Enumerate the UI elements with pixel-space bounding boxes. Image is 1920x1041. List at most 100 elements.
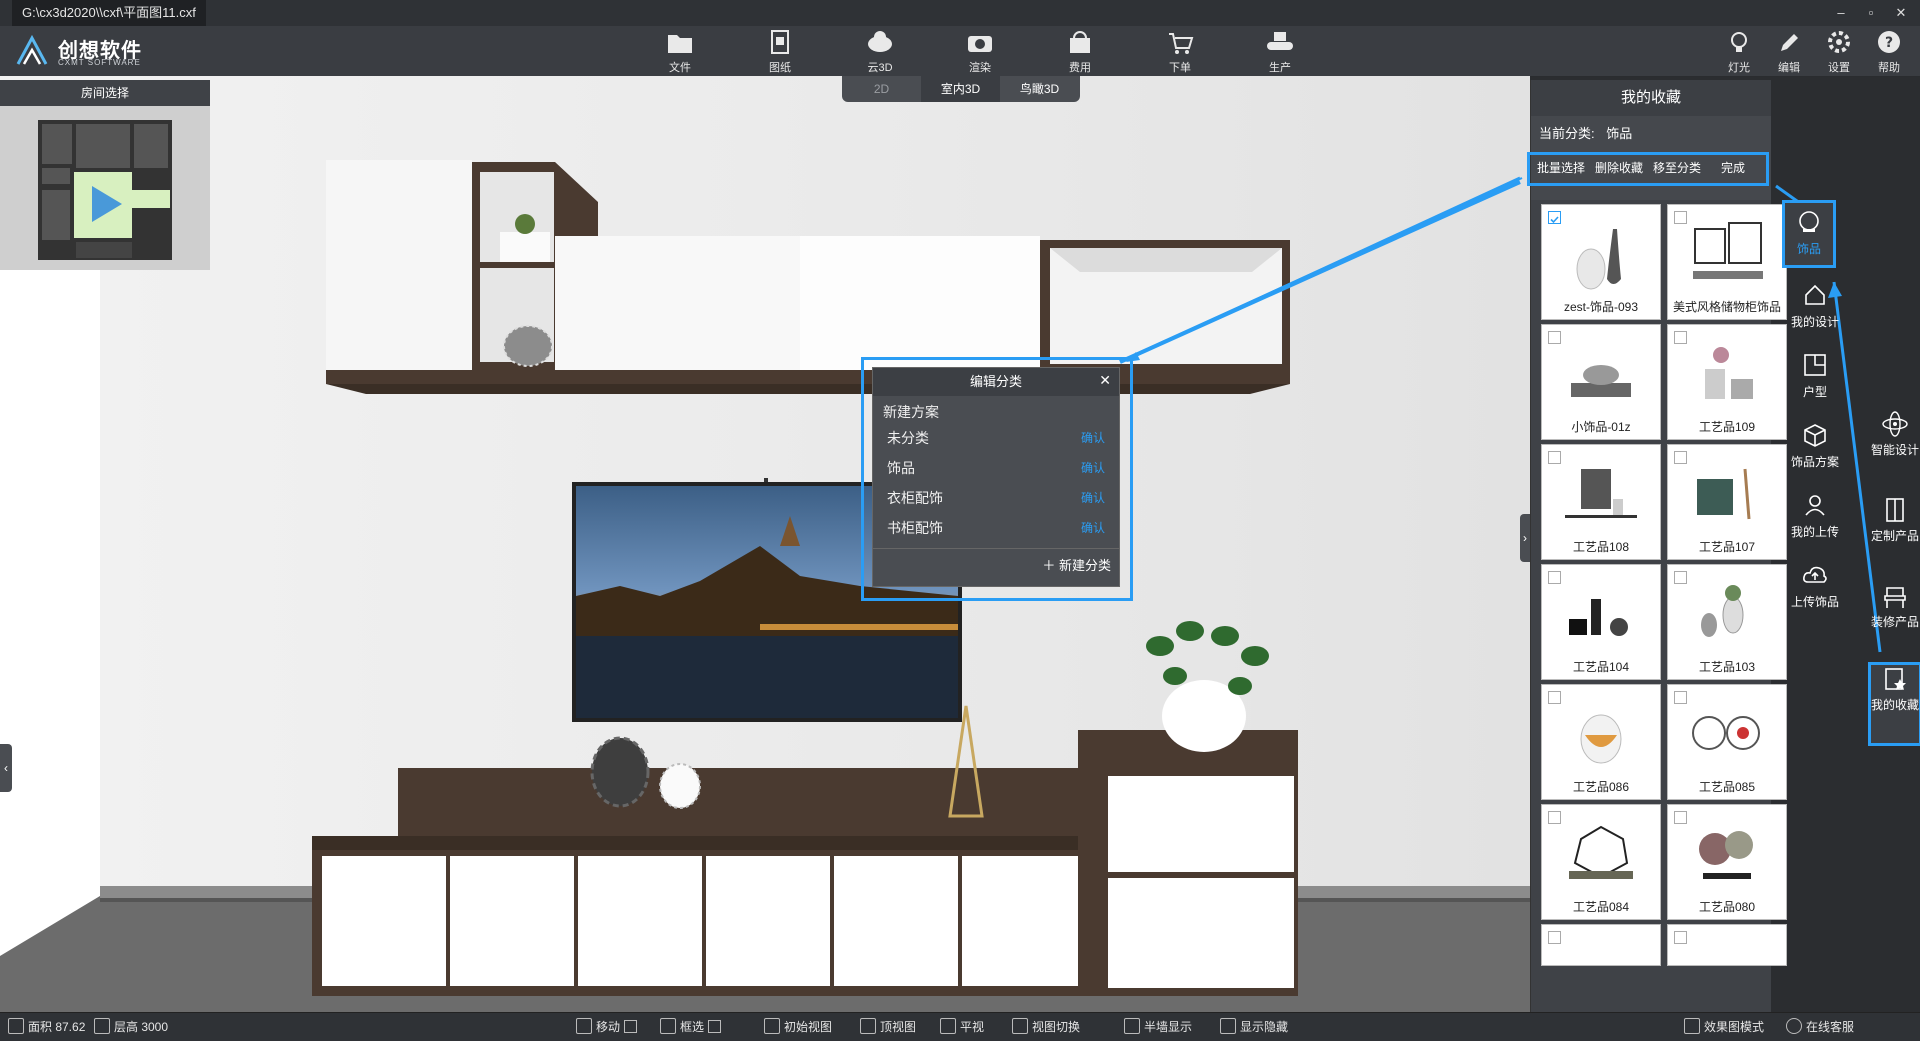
close-button[interactable]: ✕ <box>1886 0 1916 26</box>
favorite-item[interactable]: 小饰品-01z <box>1541 324 1661 440</box>
top-view-button[interactable]: 顶视图 <box>860 1013 916 1041</box>
panel-collapse-handle[interactable]: › <box>1520 514 1530 562</box>
confirm-link[interactable]: 确认 <box>1081 454 1105 482</box>
favorite-item[interactable]: 工艺品109 <box>1667 324 1787 440</box>
minimize-button[interactable]: – <box>1826 0 1856 26</box>
item-checkbox[interactable] <box>1674 451 1687 464</box>
cloud3d-button[interactable]: 云3D <box>850 28 910 74</box>
tab-indoor-3d[interactable]: 室内3D <box>921 76 1000 102</box>
rail-custom-product[interactable]: 定制产品 <box>1870 496 1920 543</box>
item-checkbox[interactable] <box>1674 931 1687 944</box>
item-checkbox[interactable] <box>1674 571 1687 584</box>
item-checkbox[interactable] <box>1674 211 1687 224</box>
category-my-upload[interactable]: 我的上传 <box>1775 486 1855 548</box>
render-button[interactable]: 渲染 <box>950 28 1010 74</box>
confirm-link[interactable]: 确认 <box>1081 424 1105 452</box>
render-mode-button[interactable]: 效果图模式 <box>1684 1013 1764 1041</box>
favorite-item[interactable]: 工艺品086 <box>1541 684 1661 800</box>
initial-view-button[interactable]: 初始视图 <box>764 1013 832 1041</box>
favorite-item[interactable]: 美式风格储物柜饰品 <box>1667 204 1787 320</box>
drawing-button[interactable]: 图纸 <box>750 28 810 74</box>
category-upload-accessory[interactable]: 上传饰品 <box>1775 556 1855 618</box>
settings-button[interactable]: 设置 <box>1816 28 1862 74</box>
favorite-item[interactable] <box>1667 924 1787 966</box>
delete-favorite-button[interactable]: 删除收藏 <box>1595 158 1643 178</box>
rail-smart-design[interactable]: 智能设计 <box>1870 410 1920 457</box>
edit-button[interactable]: 编辑 <box>1766 28 1812 74</box>
rail-label: 智能设计 <box>1870 443 1919 457</box>
flat-view-button[interactable]: 平视 <box>940 1013 984 1041</box>
rail-my-favorites[interactable]: 我的收藏 <box>1868 662 1920 746</box>
category-row-accessory[interactable]: 饰品 确认 <box>887 454 1111 482</box>
favorite-item[interactable]: 工艺品107 <box>1667 444 1787 560</box>
tab-birdseye-3d[interactable]: 鸟瞰3D <box>1000 76 1079 102</box>
online-service-button[interactable]: 在线客服 <box>1786 1013 1854 1041</box>
file-button[interactable]: 文件 <box>650 28 710 74</box>
panel-title: 我的收藏 <box>1531 80 1771 116</box>
light-button[interactable]: 灯光 <box>1716 28 1762 74</box>
accessory-icon <box>1799 211 1819 232</box>
category-accessory[interactable]: 饰品 <box>1782 200 1836 268</box>
move-toggle[interactable]: 移动 <box>576 1013 638 1041</box>
category-row-wardrobe[interactable]: 衣柜配饰 确认 <box>887 484 1111 512</box>
move-to-category-button[interactable]: 移至分类 <box>1653 158 1701 178</box>
confirm-link[interactable]: 确认 <box>1081 514 1105 542</box>
maximize-button[interactable]: ▫ <box>1856 0 1886 26</box>
production-button[interactable]: 生产 <box>1250 28 1310 74</box>
half-wall-button[interactable]: 半墙显示 <box>1124 1013 1192 1041</box>
box-select-checkbox[interactable] <box>708 1020 722 1033</box>
favorite-item[interactable]: 工艺品085 <box>1667 684 1787 800</box>
confirm-link[interactable]: 确认 <box>1081 484 1105 512</box>
item-checkbox[interactable] <box>1548 451 1561 464</box>
svg-text:?: ? <box>1885 35 1893 51</box>
left-collapse-handle[interactable]: ‹ <box>0 744 12 792</box>
favorite-item[interactable]: 工艺品104 <box>1541 564 1661 680</box>
right-rail: 智能设计 定制产品 装修产品 我的收藏 <box>1868 400 1920 760</box>
favorite-item[interactable]: 工艺品103 <box>1667 564 1787 680</box>
item-checkbox[interactable] <box>1674 331 1687 344</box>
item-checkbox[interactable] <box>1674 691 1687 704</box>
item-checkbox[interactable] <box>1548 931 1561 944</box>
box-select-toggle[interactable]: 框选 <box>660 1013 722 1041</box>
batch-select-button[interactable]: 批量选择 <box>1537 158 1585 178</box>
category-row-uncategorized[interactable]: 未分类 确认 <box>887 424 1111 452</box>
favorite-item[interactable] <box>1541 924 1661 966</box>
item-checkbox[interactable] <box>1548 691 1561 704</box>
category-label: 我的上传 <box>1790 525 1839 539</box>
item-checkbox[interactable] <box>1548 331 1561 344</box>
factory-icon <box>1267 32 1293 50</box>
category-accessory-plan[interactable]: 饰品方案 <box>1775 416 1855 478</box>
favorite-item[interactable]: 工艺品084 <box>1541 804 1661 920</box>
rail-decor-product[interactable]: 装修产品 <box>1870 582 1920 629</box>
show-hide-button[interactable]: 显示隐藏 <box>1220 1013 1288 1041</box>
order-button[interactable]: 下单 <box>1150 28 1210 74</box>
item-checkbox[interactable] <box>1548 811 1561 824</box>
help-button[interactable]: ? 帮助 <box>1866 28 1912 74</box>
rail-label: 定制产品 <box>1870 529 1919 543</box>
favorite-item[interactable]: 工艺品080 <box>1667 804 1787 920</box>
order-label: 下单 <box>1169 62 1191 74</box>
category-my-design[interactable]: 我的设计 <box>1775 276 1855 338</box>
floorplan-minimap[interactable] <box>36 118 174 262</box>
3d-viewport[interactable] <box>0 76 1530 1012</box>
category-floorplan[interactable]: 户型 <box>1775 346 1855 408</box>
camera-icon <box>968 36 992 52</box>
new-plan-label[interactable]: 新建方案 <box>883 398 1107 426</box>
tab-2d[interactable]: 2D <box>842 76 921 102</box>
view-switch-button[interactable]: 视图切换 <box>1012 1013 1080 1041</box>
item-checkbox[interactable] <box>1674 811 1687 824</box>
category-row-bookcase[interactable]: 书柜配饰 确认 <box>887 514 1111 542</box>
dialog-close-icon[interactable]: ✕ <box>1099 372 1111 389</box>
item-checkbox[interactable] <box>1548 211 1561 224</box>
half-wall-icon <box>1124 1018 1140 1034</box>
show-hide-icon <box>1220 1018 1236 1034</box>
done-button[interactable]: 完成 <box>1721 158 1745 178</box>
new-category-button[interactable]: ＋ 新建分类 <box>1042 554 1111 578</box>
current-category-label: 当前分类: <box>1539 126 1595 141</box>
cost-button[interactable]: 费用 <box>1050 28 1110 74</box>
category-label: 书柜配饰 <box>887 520 943 536</box>
move-checkbox[interactable] <box>624 1020 638 1033</box>
favorite-item[interactable]: zest-饰品-093 <box>1541 204 1661 320</box>
item-checkbox[interactable] <box>1548 571 1561 584</box>
favorite-item[interactable]: 工艺品108 <box>1541 444 1661 560</box>
